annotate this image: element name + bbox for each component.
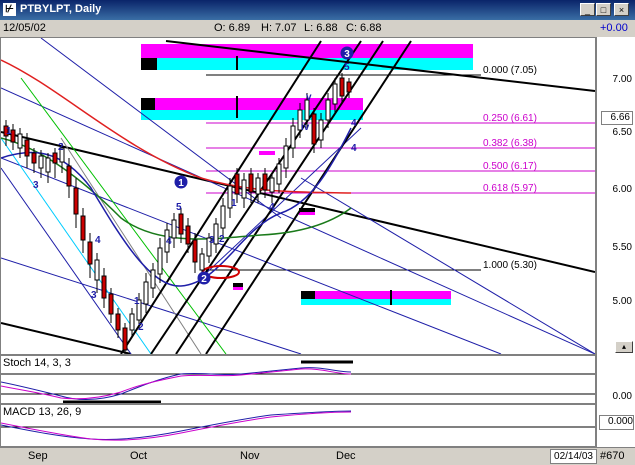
- target-zone-magenta-low: [301, 291, 451, 299]
- date-label: Dec: [336, 450, 356, 462]
- wave-label: v: [306, 92, 312, 103]
- price-tick: 5.00: [612, 296, 632, 307]
- wave-label: 2: [138, 322, 144, 333]
- wave-label: 5: [344, 62, 350, 73]
- end-date-box: 02/14/03: [550, 449, 597, 464]
- bar-count: #670: [600, 450, 625, 462]
- fib-label-0: 0.000 (7.05): [483, 65, 537, 76]
- zone-marker: [141, 98, 155, 110]
- svg-text:2: 2: [201, 274, 207, 285]
- price-tick: 5.50: [612, 242, 632, 253]
- price-tick: 6.00: [612, 184, 632, 195]
- date-label: Sep: [28, 450, 48, 462]
- wave-label: 4: [269, 202, 275, 213]
- zone-marker: [141, 58, 157, 70]
- stoch-panel[interactable]: Stoch 14, 3, 3: [0, 355, 596, 404]
- window-titlebar: ⊬ PTBYLPT, Daily _ □ ×: [0, 0, 635, 20]
- last-price-box: 6.66: [601, 111, 633, 125]
- wave-label: 4: [351, 118, 357, 129]
- fib-label-0382: 0.382 (6.38): [483, 138, 537, 149]
- target-zone-cyan-low: [301, 299, 451, 305]
- macd-svg: [1, 410, 595, 441]
- macd-panel[interactable]: MACD 13, 26, 9: [0, 404, 596, 447]
- wave-label: 2: [58, 142, 64, 153]
- window-title: PTBYLPT, Daily: [20, 3, 102, 15]
- fib-label-1000: 1.000 (5.30): [483, 260, 537, 271]
- wave-label: 4: [95, 235, 101, 246]
- fib-label-0500: 0.500 (6.17): [483, 161, 537, 172]
- wave-label: 4: [166, 236, 172, 247]
- fib-label-0250: 0.250 (6.61): [483, 113, 537, 124]
- open-value: O: 6.89: [214, 22, 251, 34]
- price-axis[interactable]: 7.00 6.50 6.00 5.50 5.00 6.66 ▴: [596, 37, 635, 355]
- high-value: H: 7.07: [261, 22, 297, 34]
- wave-label: iv: [301, 122, 310, 133]
- date-label: Oct: [130, 450, 148, 462]
- wave-label: 3: [209, 235, 215, 246]
- minimize-button[interactable]: _: [580, 3, 595, 16]
- wave-label: 1: [134, 296, 140, 307]
- low-value: L: 6.88: [304, 22, 338, 34]
- macd-axis: 0.000: [596, 404, 635, 447]
- price-chart-svg: 1 2 3 1 2 3 4 3 1 2 5 4 3 2 1 4 v iv 5 4…: [1, 38, 595, 354]
- target-zone-magenta-top: [141, 44, 473, 58]
- current-date: 12/05/02: [3, 22, 46, 34]
- fib-label-0618: 0.618 (5.97): [483, 183, 537, 194]
- price-tick: 6.50: [612, 127, 632, 138]
- svg-text:1: 1: [178, 178, 184, 189]
- wave-label: 4: [351, 143, 357, 154]
- wave-label: 2: [219, 234, 225, 245]
- wave-label: 3: [91, 290, 97, 301]
- price-chart-panel[interactable]: 1 2 3 1 2 3 4 3 1 2 5 4 3 2 1 4 v iv 5 4…: [0, 37, 596, 355]
- wave-label: 1: [231, 198, 237, 209]
- stoch-axis-value: 0.00: [612, 391, 632, 402]
- change-value: +0.00: [600, 22, 628, 34]
- scroll-up-button[interactable]: ▴: [615, 341, 633, 353]
- date-label: Nov: [240, 450, 260, 462]
- svg-text:3: 3: [344, 49, 350, 60]
- date-axis: Sep Oct Nov Dec 02/14/03 #670: [0, 447, 635, 465]
- price-tick: 7.00: [612, 74, 632, 85]
- channel-black-1: [120, 40, 322, 354]
- stoch-axis: 0.00: [596, 355, 635, 404]
- close-value: C: 6.88: [346, 22, 382, 34]
- close-button[interactable]: ×: [614, 3, 629, 16]
- macd-axis-value: 0.000: [599, 415, 634, 430]
- stoch-svg: [1, 360, 595, 403]
- zone-marker: [301, 291, 315, 299]
- fib-labels: 0.000 (7.05) 0.250 (6.61) 0.382 (6.38) 0…: [483, 65, 537, 271]
- wave-label: 5: [176, 202, 182, 213]
- wave-circle-1: 1: [174, 175, 188, 189]
- wave-label: 1: [6, 126, 12, 137]
- ohlc-info-bar: 12/05/02 O: 6.89 H: 7.07 L: 6.88 C: 6.88…: [0, 20, 635, 38]
- maximize-button[interactable]: □: [596, 3, 611, 16]
- chart-icon: ⊬: [3, 3, 16, 16]
- wave-label: 3: [33, 180, 39, 191]
